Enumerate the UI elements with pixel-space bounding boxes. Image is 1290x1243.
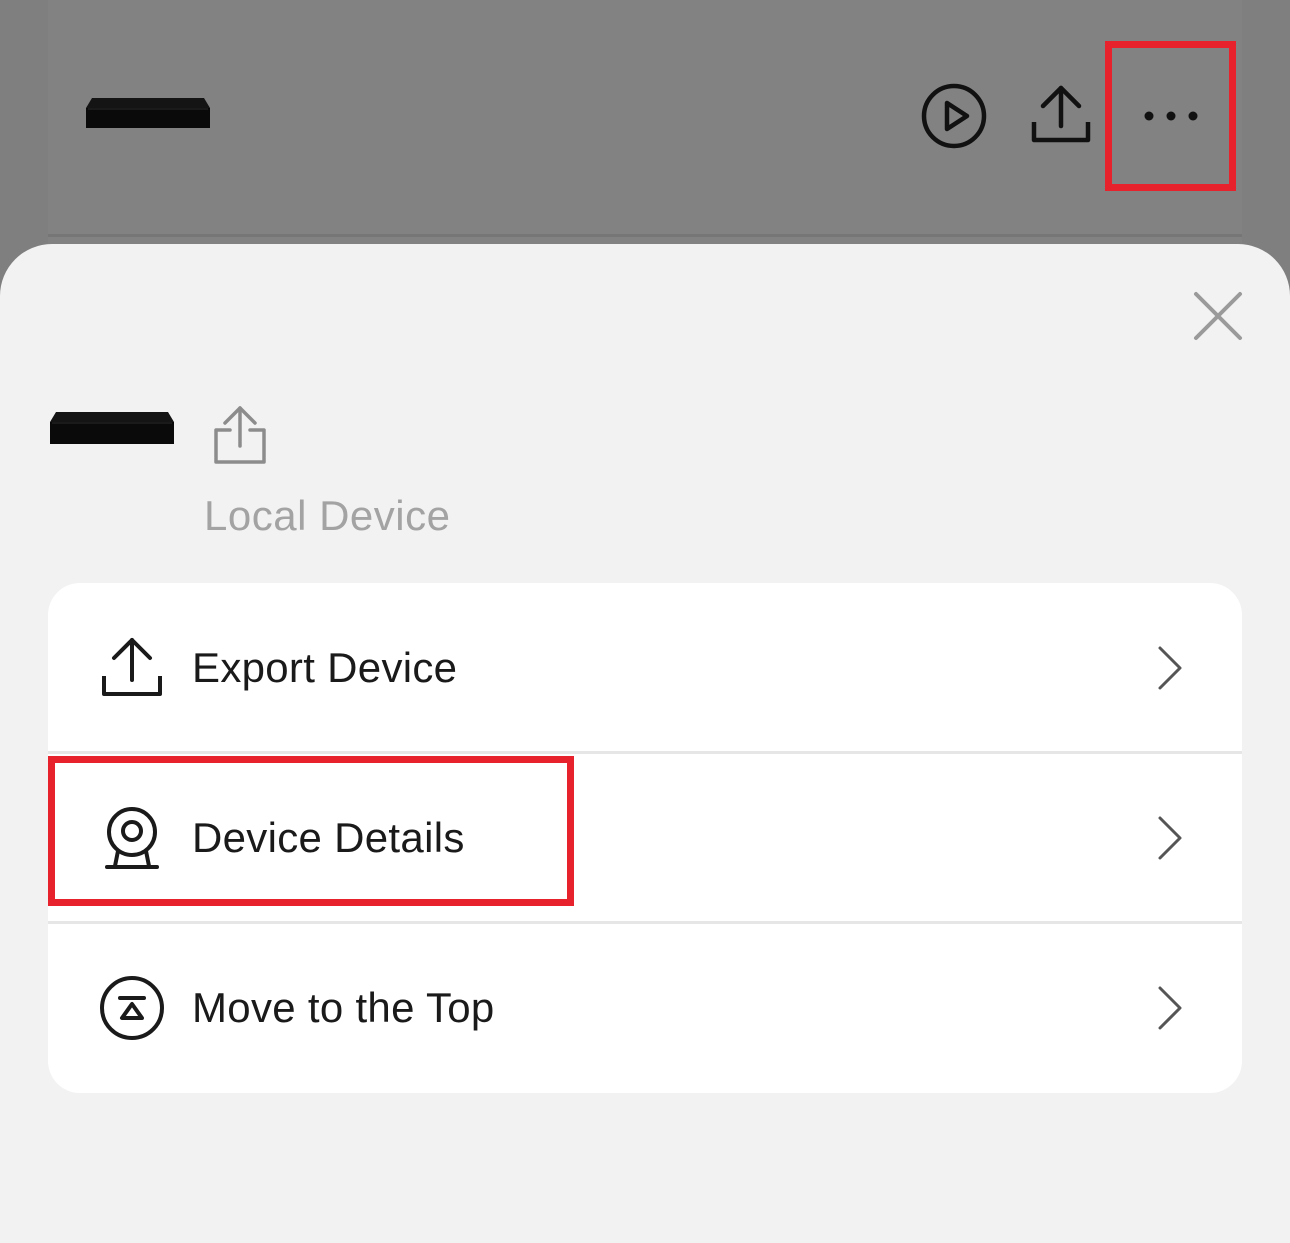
export-upload-icon	[102, 638, 162, 696]
more-horizontal-icon	[1144, 111, 1197, 121]
menu-item-label: Export Device	[192, 644, 458, 691]
menu-item-move-to-top[interactable]: Move to the Top	[48, 923, 1242, 1093]
menu-item-label: Move to the Top	[192, 984, 495, 1031]
device-name-label: Local Device	[204, 492, 451, 539]
menu-item-label: Device Details	[192, 814, 465, 861]
chevron-right-icon	[1158, 986, 1182, 1030]
share-upload-icon[interactable]	[1028, 82, 1094, 148]
device-actions-menu: Export Device Device Details Move to the…	[48, 583, 1242, 1093]
play-circle-icon[interactable]	[920, 82, 988, 150]
chevron-right-icon	[1158, 816, 1182, 860]
nvr-device-image	[86, 98, 210, 128]
menu-item-device-details[interactable]: Device Details	[48, 753, 1242, 923]
close-icon[interactable]	[1190, 288, 1246, 344]
nvr-device-image	[50, 412, 174, 444]
menu-item-export-device[interactable]: Export Device	[48, 583, 1242, 753]
camera-details-icon	[105, 807, 159, 869]
chevron-right-icon	[1158, 646, 1182, 690]
move-to-top-icon	[100, 976, 164, 1040]
more-options-button[interactable]	[1105, 41, 1236, 191]
background-card-divider	[48, 234, 1242, 237]
share-upload-icon[interactable]	[208, 402, 272, 468]
